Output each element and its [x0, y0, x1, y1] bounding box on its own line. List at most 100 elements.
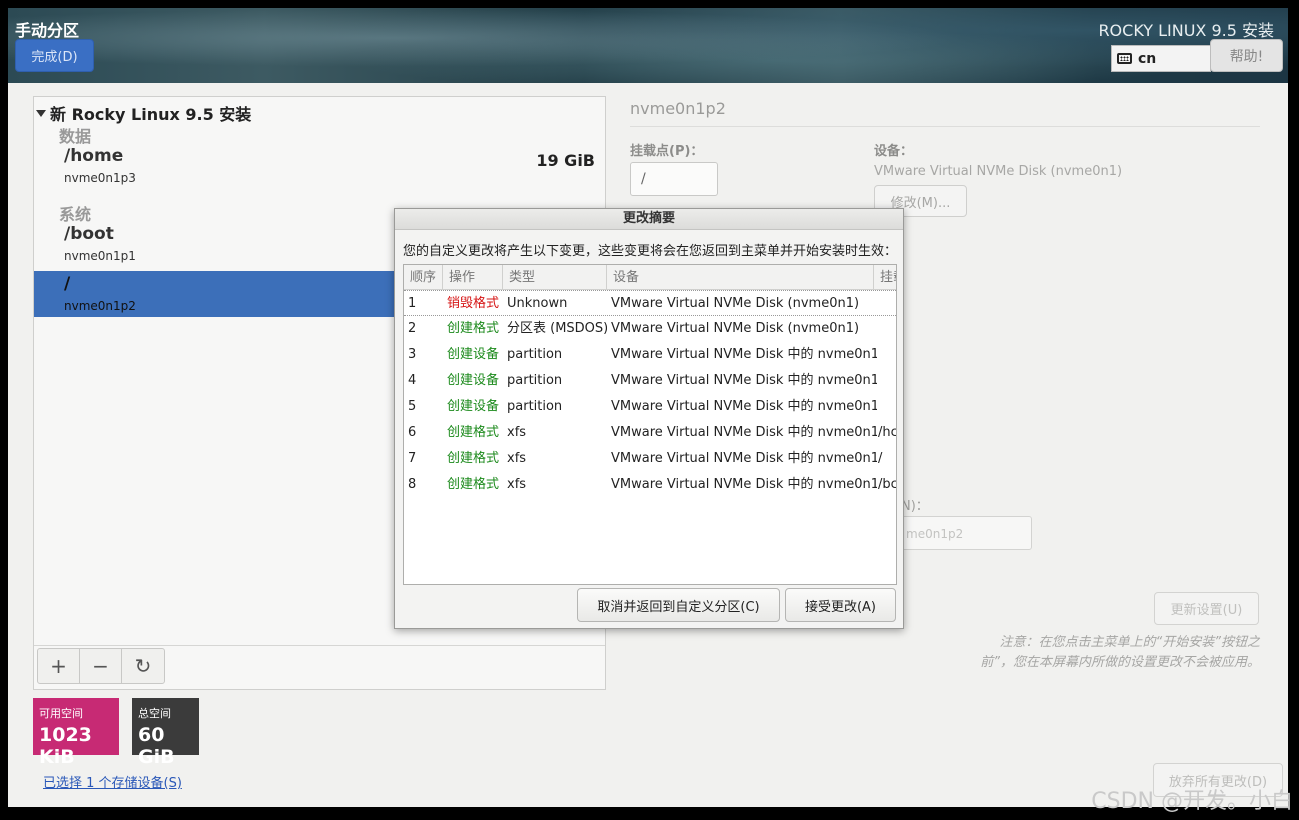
done-button[interactable]: 完成(D) — [15, 39, 94, 72]
table-row[interactable]: 3 创建设备 partition VMware Virtual NVMe Dis… — [404, 342, 896, 368]
row-action: 创建格式 — [447, 321, 500, 336]
table-row[interactable]: 2 创建格式 分区表 (MSDOS) VMware Virtual NVMe D… — [404, 316, 896, 342]
total-space-label: 总空间 — [138, 707, 171, 720]
refresh-icon[interactable]: ↻ — [122, 649, 164, 683]
column-header-action[interactable]: 操作 — [443, 265, 503, 290]
watermark-text: CSDN @开发。小白 — [1091, 789, 1293, 814]
keyboard-layout-label: cn — [1138, 50, 1157, 67]
mount-point-item-home[interactable]: /home nvme0n1p3 19 GiB — [34, 143, 605, 189]
row-mount: /hc — [878, 425, 897, 440]
row-type: Unknown — [507, 296, 568, 311]
column-header-device[interactable]: 设备 — [607, 265, 874, 290]
summary-of-changes-dialog: 更改摘要 您的自定义更改将产生以下变更，这些变更将会在您返回到主菜单并开始安装时… — [394, 208, 904, 629]
row-type: partition — [507, 399, 563, 414]
row-order: 5 — [408, 399, 417, 414]
device-value: VMware Virtual NVMe Disk (nvme0n1) — [874, 164, 1123, 179]
mount-point-label: 挂载点(P)： — [630, 144, 704, 159]
row-type: xfs — [507, 477, 527, 492]
row-order: 7 — [408, 451, 417, 466]
partition-detail-title: nvme0n1p2 — [630, 99, 726, 118]
update-settings-button[interactable]: 更新设置(U) — [1154, 592, 1259, 625]
row-type: 分区表 (MSDOS) — [507, 321, 607, 336]
expand-triangle-icon[interactable] — [36, 109, 46, 117]
mount-point-name: / — [64, 274, 71, 294]
header-bar: 手动分区 完成(D) ROCKY LINUX 9.5 安装 cn 帮助! — [8, 8, 1288, 83]
installation-group-header[interactable]: 新 Rocky Linux 9.5 安装 — [36, 101, 251, 125]
column-header-type[interactable]: 类型 — [503, 265, 607, 290]
available-space-label: 可用空间 — [39, 707, 83, 720]
table-row[interactable]: 8 创建格式 xfs VMware Virtual NVMe Disk 中的 n… — [404, 472, 896, 498]
help-button[interactable]: 帮助! — [1210, 39, 1283, 72]
row-mount — [878, 291, 896, 317]
table-row[interactable]: 4 创建设备 partition VMware Virtual NVMe Dis… — [404, 368, 896, 394]
table-header: 顺序 操作 类型 设备 挂载 — [404, 265, 896, 290]
row-device: VMware Virtual NVMe Disk 中的 nvme0n1p1 — [611, 477, 877, 492]
detail-divider — [630, 126, 1260, 127]
name-input[interactable]: me0n1p2 — [901, 516, 1032, 550]
row-order: 1 — [408, 296, 417, 311]
column-header-order[interactable]: 顺序 — [404, 265, 443, 290]
row-action: 创建设备 — [447, 399, 500, 414]
dialog-message: 您的自定义更改将产生以下变更，这些变更将会在您返回到主菜单并开始安装时生效： — [403, 244, 898, 259]
keyboard-icon — [1117, 53, 1132, 64]
dialog-title: 更改摘要 — [395, 209, 903, 230]
row-device: VMware Virtual NVMe Disk (nvme0n1) — [611, 321, 860, 336]
selected-storage-link[interactable]: 已选择 1 个存储设备(S) — [43, 772, 182, 791]
column-header-mount[interactable]: 挂载 — [874, 265, 896, 290]
table-row[interactable]: 7 创建格式 xfs VMware Virtual NVMe Disk 中的 n… — [404, 446, 896, 472]
add-mount-point-button[interactable]: + — [38, 649, 80, 683]
row-type: partition — [507, 373, 563, 388]
row-order: 4 — [408, 373, 417, 388]
name-label: N)： — [901, 499, 929, 514]
changes-table: 顺序 操作 类型 设备 挂载 1 销毁格式 Unknown VMware Vir… — [403, 264, 897, 585]
row-action: 销毁格式 — [447, 296, 500, 311]
table-row[interactable]: 5 创建设备 partition VMware Virtual NVMe Dis… — [404, 394, 896, 420]
row-mount — [878, 368, 896, 394]
mount-point-device: nvme0n1p3 — [64, 171, 136, 185]
row-mount: / — [878, 451, 883, 466]
remove-mount-point-button[interactable]: − — [80, 649, 122, 683]
row-action: 创建设备 — [447, 373, 500, 388]
row-type: partition — [507, 347, 563, 362]
total-space-box: 总空间 60 GiB — [132, 698, 199, 768]
product-title: ROCKY LINUX 9.5 安装 — [1098, 21, 1274, 40]
mount-point-device: nvme0n1p1 — [64, 249, 136, 263]
page-title: 手动分区 — [15, 21, 80, 40]
settings-note: 注意：在您点击主菜单上的“开始安装”按钮之前”，您在本屏幕内所做的设置更改不会被… — [980, 635, 1260, 670]
available-space-value: 1023 KiB — [39, 724, 92, 768]
row-order: 3 — [408, 347, 417, 362]
mount-point-name: /boot — [64, 224, 114, 244]
row-mount: /bc — [878, 477, 897, 492]
mount-point-input[interactable]: / — [630, 162, 718, 196]
row-device: VMware Virtual NVMe Disk 中的 nvme0n1p3 — [611, 425, 877, 440]
row-device: VMware Virtual NVMe Disk (nvme0n1) — [611, 296, 860, 311]
installer-window: 手动分区 完成(D) ROCKY LINUX 9.5 安装 cn 帮助! 新 R… — [8, 8, 1288, 807]
row-type: xfs — [507, 451, 527, 466]
row-device: VMware Virtual NVMe Disk 中的 nvme0n1p2 — [611, 373, 877, 388]
row-action: 创建格式 — [447, 425, 500, 440]
row-action: 创建格式 — [447, 477, 500, 492]
row-device: VMware Virtual NVMe Disk 中的 nvme0n1p1 — [611, 347, 877, 362]
accept-changes-button[interactable]: 接受更改(A) — [785, 588, 896, 622]
table-row[interactable]: 1 销毁格式 Unknown VMware Virtual NVMe Disk … — [404, 290, 896, 316]
total-space-value: 60 GiB — [138, 724, 175, 768]
row-order: 6 — [408, 425, 417, 440]
mount-point-name: /home — [64, 146, 124, 166]
partition-toolbar: + − ↻ — [37, 648, 165, 684]
row-action: 创建设备 — [447, 347, 500, 362]
row-order: 8 — [408, 477, 417, 492]
row-action: 创建格式 — [447, 451, 500, 466]
row-mount — [878, 394, 896, 420]
table-row[interactable]: 6 创建格式 xfs VMware Virtual NVMe Disk 中的 n… — [404, 420, 896, 446]
cancel-and-return-button[interactable]: 取消并返回到自定义分区(C) — [577, 588, 780, 622]
available-space-box: 可用空间 1023 KiB — [33, 698, 119, 768]
device-label: 设备： — [874, 144, 914, 159]
row-mount — [878, 342, 896, 368]
installation-group-title: 新 Rocky Linux 9.5 安装 — [50, 105, 252, 124]
row-order: 2 — [408, 321, 417, 336]
mount-point-device: nvme0n1p2 — [64, 299, 136, 313]
row-type: xfs — [507, 425, 527, 440]
row-mount — [878, 316, 896, 342]
keyboard-layout-indicator[interactable]: cn — [1111, 45, 1211, 72]
row-device: VMware Virtual NVMe Disk 中的 nvme0n1p2 — [611, 451, 877, 466]
